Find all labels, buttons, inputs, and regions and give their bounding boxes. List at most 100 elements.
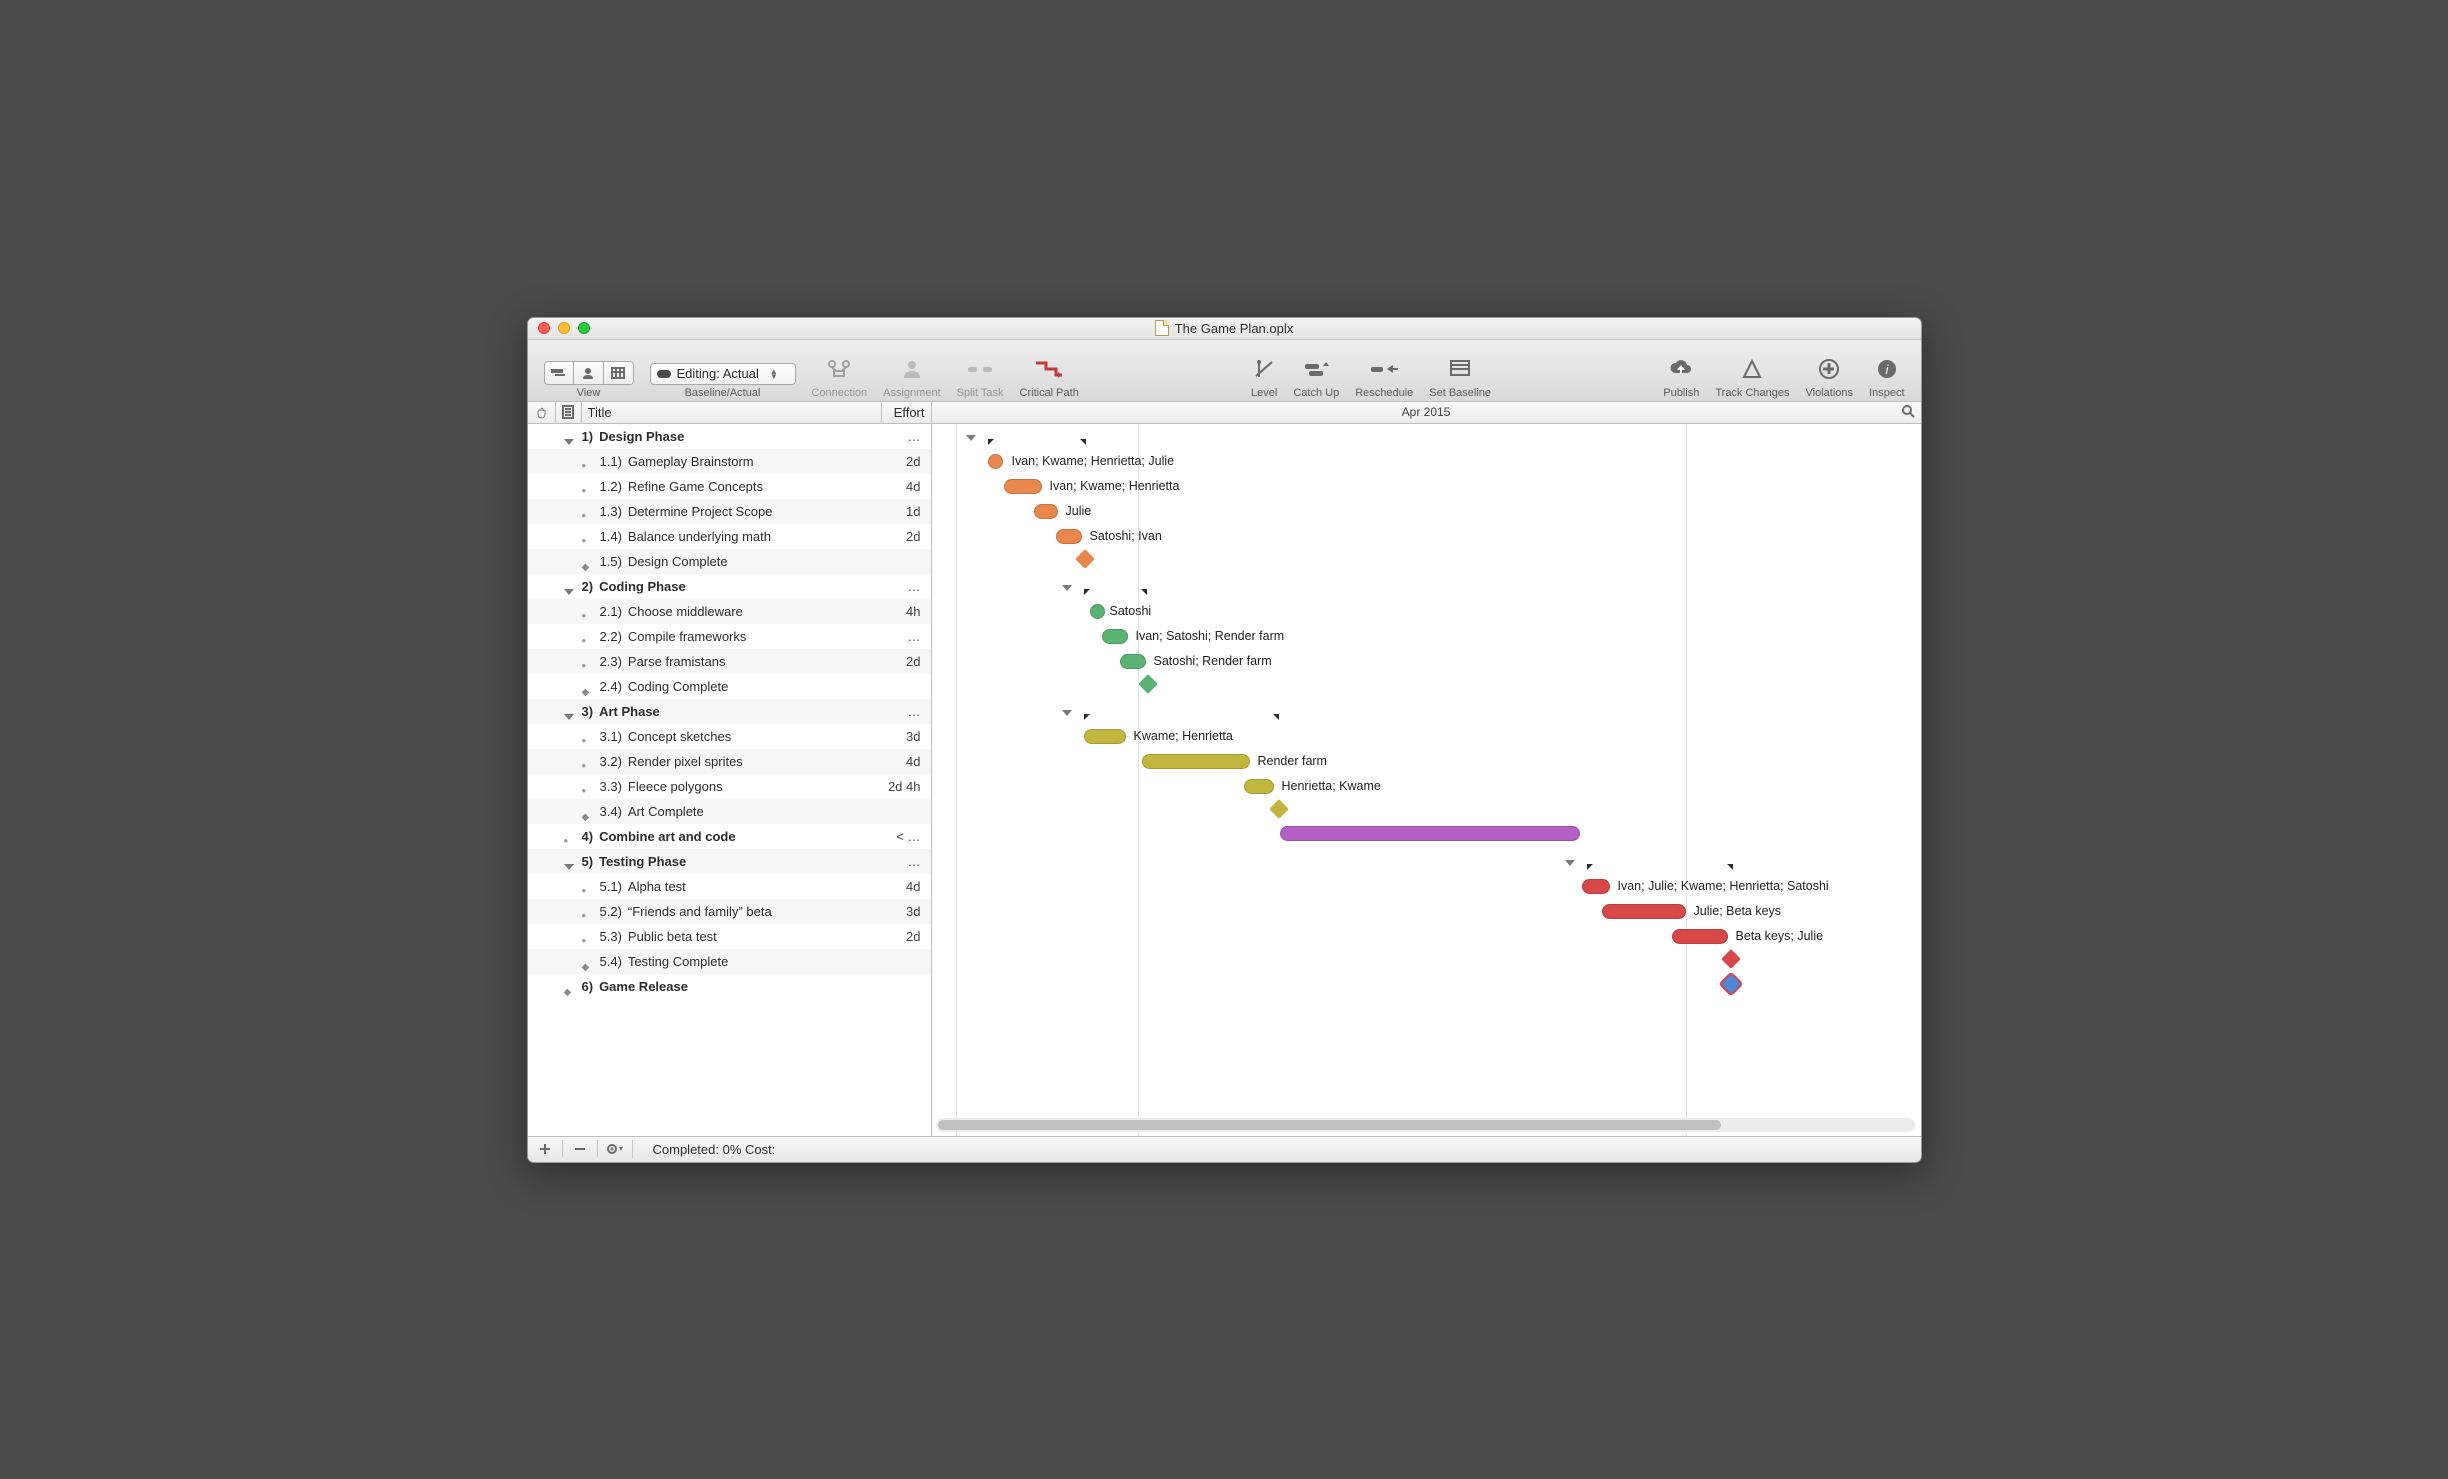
row-effort: 3d: [875, 904, 931, 919]
gantt-disclosure-icon[interactable]: [966, 435, 976, 441]
row-title: Refine Game Concepts: [628, 479, 875, 494]
grab-column-icon[interactable]: [528, 402, 556, 423]
baseline-group: Editing: Actual ▲▼ Baseline/Actual: [642, 340, 804, 401]
row-effort: …: [875, 704, 931, 719]
task-bullet-icon: •: [582, 883, 587, 898]
task-row[interactable]: ◆3.4)Art Complete: [528, 799, 931, 824]
task-row[interactable]: •1.1)Gameplay Brainstorm2d: [528, 449, 931, 474]
title-column-header[interactable]: Title: [582, 402, 882, 423]
gantt-bar-label: Ivan; Satoshi; Render farm: [1136, 629, 1285, 643]
disclosure-triangle-icon[interactable]: [564, 864, 574, 870]
action-menu-button[interactable]: [604, 1139, 626, 1159]
timeline-month-label: Apr 2015: [932, 405, 1921, 419]
task-row[interactable]: 5)Testing Phase…: [528, 849, 931, 874]
search-icon[interactable]: [1901, 404, 1915, 421]
task-row[interactable]: •4)Combine art and code< …: [528, 824, 931, 849]
violations-button[interactable]: Violations: [1798, 340, 1862, 401]
gantt-bar-label: Ivan; Julie; Kwame; Henrietta; Satoshi: [1618, 879, 1829, 893]
gantt-bar-label: Satoshi; Ivan: [1090, 529, 1162, 543]
remove-button[interactable]: [569, 1139, 591, 1159]
gantt-task-bar[interactable]: [1034, 504, 1058, 519]
task-row[interactable]: •2.3)Parse framistans2d: [528, 649, 931, 674]
gantt-task-dot[interactable]: [988, 454, 1003, 469]
gantt-task-bar[interactable]: [1004, 479, 1042, 494]
gantt-chart[interactable]: Ivan; Kwame; Henrietta; JulieIvan; Kwame…: [932, 424, 1921, 1136]
titlebar[interactable]: The Game Plan.oplx: [528, 318, 1921, 340]
set-baseline-button[interactable]: Set Baseline: [1421, 340, 1499, 401]
publish-button[interactable]: Publish: [1655, 340, 1707, 401]
gantt-group-bar[interactable]: [988, 428, 1086, 440]
task-row[interactable]: 1)Design Phase…: [528, 424, 931, 449]
assignment-button[interactable]: Assignment: [875, 340, 948, 401]
view-calendar-button[interactable]: [604, 361, 634, 385]
task-row[interactable]: •3.1)Concept sketches3d: [528, 724, 931, 749]
catch-up-button[interactable]: Catch Up: [1285, 340, 1347, 401]
gantt-task-bar[interactable]: [1280, 826, 1580, 841]
disclosure-triangle-icon[interactable]: [564, 589, 574, 595]
gantt-task-bar[interactable]: [1244, 779, 1274, 794]
task-row[interactable]: •2.1)Choose middleware4h: [528, 599, 931, 624]
level-button[interactable]: Level: [1243, 340, 1285, 401]
gantt-group-bar[interactable]: [1084, 703, 1279, 715]
gantt-disclosure-icon[interactable]: [1062, 710, 1072, 716]
gantt-task-bar[interactable]: [1602, 904, 1686, 919]
task-row[interactable]: •5.2)“Friends and family” beta3d: [528, 899, 931, 924]
row-title: Game Release: [599, 979, 874, 994]
connection-button[interactable]: Connection: [804, 340, 876, 401]
task-row[interactable]: ◆6)Game Release: [528, 974, 931, 999]
task-row[interactable]: ◆5.4)Testing Complete: [528, 949, 931, 974]
notes-column-icon[interactable]: [556, 402, 582, 423]
toolbar: View Editing: Actual ▲▼ Baseline/Actual …: [528, 340, 1921, 402]
task-row[interactable]: •5.1)Alpha test4d: [528, 874, 931, 899]
task-bullet-icon: •: [582, 933, 587, 948]
gantt-task-bar[interactable]: [1084, 729, 1126, 744]
task-row[interactable]: •3.2)Render pixel sprites4d: [528, 749, 931, 774]
gantt-horizontal-scrollbar[interactable]: [936, 1118, 1915, 1132]
gantt-task-bar[interactable]: [1142, 754, 1250, 769]
milestone-bullet-icon: ◆: [582, 962, 590, 973]
editing-mode-dropdown[interactable]: Editing: Actual ▲▼: [650, 363, 796, 385]
gantt-bar-label: Satoshi: [1110, 604, 1152, 618]
disclosure-triangle-icon[interactable]: [564, 439, 574, 445]
gantt-group-bar[interactable]: [1587, 853, 1733, 865]
view-gantt-button[interactable]: [544, 361, 574, 385]
task-row[interactable]: •5.3)Public beta test2d: [528, 924, 931, 949]
mode-pill-icon: [657, 370, 671, 378]
disclosure-triangle-icon[interactable]: [564, 714, 574, 720]
task-row[interactable]: ◆1.5)Design Complete: [528, 549, 931, 574]
gantt-task-bar[interactable]: [1120, 654, 1146, 669]
task-row[interactable]: 3)Art Phase…: [528, 699, 931, 724]
add-button[interactable]: [534, 1139, 556, 1159]
gantt-disclosure-icon[interactable]: [1565, 860, 1575, 866]
task-row[interactable]: •3.3)Fleece polygons2d 4h: [528, 774, 931, 799]
scrollbar-thumb[interactable]: [938, 1120, 1721, 1130]
gantt-task-bar[interactable]: [1056, 529, 1082, 544]
task-row[interactable]: •1.4)Balance underlying math2d: [528, 524, 931, 549]
split-task-button[interactable]: Split Task: [949, 340, 1012, 401]
gantt-disclosure-icon[interactable]: [1062, 585, 1072, 591]
inspect-button[interactable]: i Inspect: [1861, 340, 1912, 401]
row-effort: 4d: [875, 879, 931, 894]
view-resource-button[interactable]: [574, 361, 604, 385]
document-icon: [1155, 320, 1169, 336]
task-row[interactable]: •2.2)Compile frameworks…: [528, 624, 931, 649]
critical-path-button[interactable]: Critical Path: [1012, 340, 1087, 401]
gantt-task-bar[interactable]: [1582, 879, 1610, 894]
gantt-task-bar[interactable]: [1102, 629, 1128, 644]
dropdown-stepper-icon: ▲▼: [769, 369, 779, 379]
task-bullet-icon: •: [582, 658, 587, 673]
task-outline[interactable]: 1)Design Phase…•1.1)Gameplay Brainstorm2…: [528, 424, 932, 1136]
row-effort: …: [875, 429, 931, 444]
task-row[interactable]: •1.2)Refine Game Concepts4d: [528, 474, 931, 499]
task-row[interactable]: ◆2.4)Coding Complete: [528, 674, 931, 699]
timeline-header[interactable]: Apr 2015: [932, 402, 1921, 423]
gantt-task-bar[interactable]: [1672, 929, 1728, 944]
effort-column-header[interactable]: Effort: [882, 402, 932, 423]
task-row[interactable]: •1.3)Determine Project Scope1d: [528, 499, 931, 524]
track-changes-button[interactable]: Track Changes: [1707, 340, 1797, 401]
reschedule-button[interactable]: Reschedule: [1347, 340, 1421, 401]
gantt-group-bar[interactable]: [1084, 578, 1147, 590]
task-row[interactable]: 2)Coding Phase…: [528, 574, 931, 599]
gantt-task-dot[interactable]: [1090, 604, 1105, 619]
row-number: 3): [582, 704, 594, 719]
